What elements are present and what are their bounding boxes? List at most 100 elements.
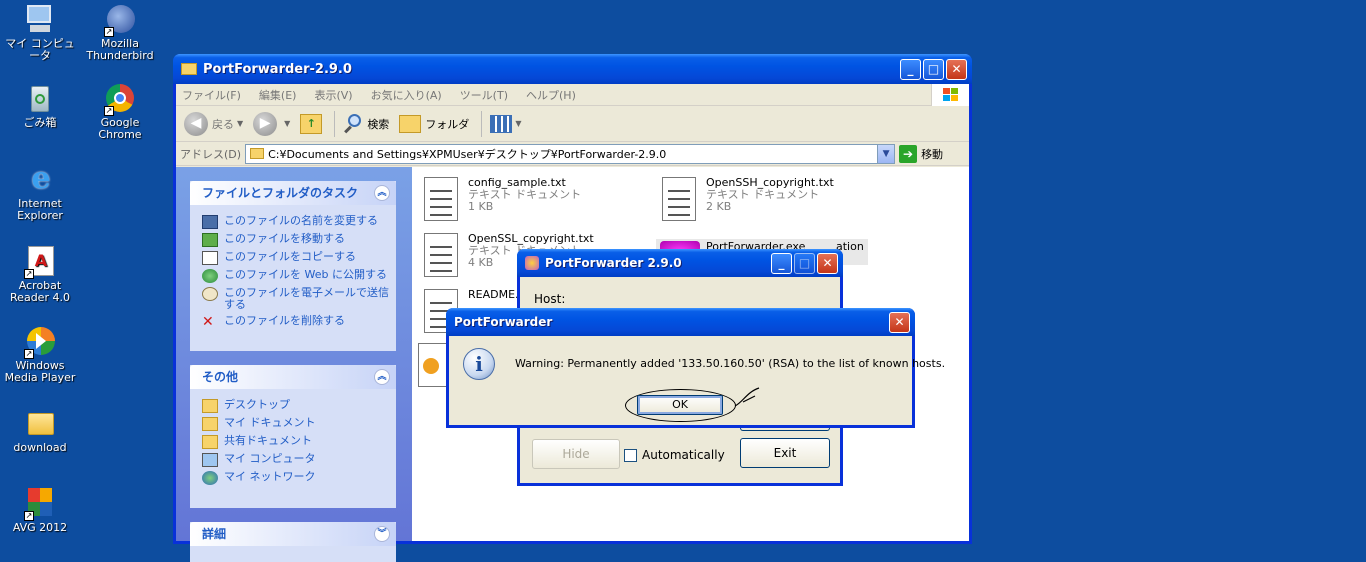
alert-titlebar[interactable]: PortForwarder ✕ <box>446 308 915 336</box>
app-icon <box>525 256 539 270</box>
forward-arrow-icon: ▶ <box>253 111 278 136</box>
pf-title: PortForwarder 2.9.0 <box>545 256 682 270</box>
forward-button[interactable]: ▶ ▼ <box>253 111 291 136</box>
group-header[interactable]: その他 ︽ <box>190 365 396 389</box>
desktop-icon-label: Acrobat Reader 4.0 <box>10 279 70 304</box>
address-bar: アドレス(D) C:¥Documents and Settings¥XPMUse… <box>176 142 969 166</box>
place-label: マイ ネットワーク <box>224 470 316 483</box>
menu-view[interactable]: 表示(V) <box>314 87 352 103</box>
auto-checkbox[interactable] <box>624 448 637 462</box>
up-folder-button[interactable]: ↑ <box>300 113 323 134</box>
place-label: マイ コンピュータ <box>224 452 316 465</box>
shortcut-arrow-icon: ↗ <box>104 106 114 116</box>
folder-icon <box>250 148 265 159</box>
desktop-icon-windows-media-player[interactable]: ↗ Windows Media Player <box>1 325 79 384</box>
menu-file[interactable]: ファイル(F) <box>182 87 241 103</box>
auto-checkbox-row[interactable]: Automatically <box>624 448 725 462</box>
close-button[interactable]: ✕ <box>889 311 910 333</box>
task-move[interactable]: このファイルを移動する <box>190 231 396 249</box>
desktop-icon-recycle-bin[interactable]: ごみ箱 <box>1 82 79 129</box>
toolbar-divider <box>334 110 336 137</box>
task-rename[interactable]: このファイルの名前を変更する <box>190 213 396 231</box>
collapse-icon[interactable]: ︽ <box>374 369 390 385</box>
group-title: ファイルとフォルダのタスク <box>202 186 359 200</box>
recycle-bin-icon <box>24 82 56 114</box>
task-label: このファイルを電子メールで送信する <box>224 286 389 311</box>
group-header[interactable]: ファイルとフォルダのタスク ︽ <box>190 181 396 205</box>
group-title: その他 <box>202 370 239 384</box>
internet-explorer-icon: e <box>31 161 51 196</box>
menu-bar: ファイル(F) 編集(E) 表示(V) お気に入り(A) ツール(T) ヘルプ(… <box>176 84 969 106</box>
task-delete[interactable]: ✕ このファイルを削除する <box>190 313 396 331</box>
search-button[interactable]: 検索 <box>343 113 389 134</box>
search-icon <box>343 113 363 134</box>
desktop-icon-acrobat-reader[interactable]: A ↗ Acrobat Reader 4.0 <box>1 245 79 304</box>
computer-icon <box>24 3 56 35</box>
close-button[interactable]: ✕ <box>946 58 967 80</box>
menu-favorites[interactable]: お気に入り(A) <box>371 87 442 103</box>
menu-help[interactable]: ヘルプ(H) <box>526 87 576 103</box>
shortcut-arrow-icon: ↗ <box>24 511 34 521</box>
chevron-down-icon: ▼ <box>515 119 522 128</box>
file-item[interactable]: OpenSSH_copyright.txt テキスト ドキュメント 2 KB <box>662 177 834 221</box>
place-desktop[interactable]: デスクトップ <box>190 397 396 415</box>
desktop-icon-label: マイ コンピュータ <box>5 37 75 62</box>
media-player-icon: ↗ <box>24 325 56 359</box>
maximize-button[interactable]: □ <box>923 58 944 80</box>
folder-icon <box>202 435 218 449</box>
maximize-button[interactable]: □ <box>794 252 815 274</box>
chevron-down-icon: ▼ <box>284 119 291 128</box>
views-button[interactable]: ▼ <box>490 114 522 133</box>
desktop-icon-avg[interactable]: ↗ AVG 2012 <box>1 487 79 534</box>
back-button[interactable]: ◀ 戻る ▼ <box>184 111 244 136</box>
address-path: C:¥Documents and Settings¥XPMUser¥デスクトップ… <box>268 147 667 161</box>
toolbar-divider <box>481 110 483 137</box>
thunderbird-icon: ↗ <box>104 3 136 37</box>
minimize-button[interactable]: _ <box>771 252 792 274</box>
pf-titlebar[interactable]: PortForwarder 2.9.0 _ □ ✕ <box>517 249 843 277</box>
folders-label: フォルダ <box>425 117 470 131</box>
hide-button[interactable]: Hide <box>532 439 620 469</box>
task-publish-web[interactable]: このファイルを Web に公開する <box>190 267 396 285</box>
close-button[interactable]: ✕ <box>817 252 838 274</box>
menu-edit[interactable]: 編集(E) <box>259 87 297 103</box>
place-label: 共有ドキュメント <box>224 434 312 447</box>
alert-message: Warning: Permanently added '133.50.160.5… <box>515 357 946 370</box>
go-button[interactable]: ➔ 移動 <box>899 144 944 163</box>
text-document-icon <box>662 177 696 221</box>
copy-icon <box>202 251 218 265</box>
task-email[interactable]: このファイルを電子メールで送信する <box>190 285 396 313</box>
host-label: Host: <box>534 292 566 306</box>
go-label: 移動 <box>921 147 944 161</box>
desktop-icon-download-folder[interactable]: download <box>1 407 79 454</box>
explorer-titlebar[interactable]: PortForwarder-2.9.0 _ □ ✕ <box>173 54 972 84</box>
chevron-down-icon: ▼ <box>237 119 244 128</box>
expand-icon[interactable]: ︾ <box>374 526 390 542</box>
alert-title: PortForwarder <box>454 315 553 329</box>
place-label: マイ ドキュメント <box>224 416 316 429</box>
annotation-pointer-mark <box>734 387 760 407</box>
file-item[interactable]: config_sample.txt テキスト ドキュメント 1 KB <box>424 177 581 221</box>
menu-tools[interactable]: ツール(T) <box>460 87 508 103</box>
place-my-documents[interactable]: マイ ドキュメント <box>190 415 396 433</box>
folders-button[interactable]: フォルダ <box>399 114 470 133</box>
collapse-icon[interactable]: ︽ <box>374 185 390 201</box>
windows-logo-icon <box>931 84 969 106</box>
move-icon <box>202 233 218 247</box>
ok-button[interactable]: OK <box>637 395 723 415</box>
place-my-computer[interactable]: マイ コンピュータ <box>190 451 396 469</box>
task-copy[interactable]: このファイルをコピーする <box>190 249 396 267</box>
desktop-icon-chrome[interactable]: ↗ Google Chrome <box>81 82 159 141</box>
folder-icon <box>399 114 422 133</box>
desktop-icon-my-computer[interactable]: マイ コンピュータ <box>1 3 79 62</box>
place-shared-documents[interactable]: 共有ドキュメント <box>190 433 396 451</box>
address-input[interactable]: C:¥Documents and Settings¥XPMUser¥デスクトップ… <box>245 143 896 164</box>
place-label: デスクトップ <box>224 398 290 411</box>
desktop-icon-internet-explorer[interactable]: e Internet Explorer <box>1 163 79 222</box>
exit-button[interactable]: Exit <box>740 438 830 468</box>
desktop-icon-thunderbird[interactable]: ↗ Mozilla Thunderbird <box>81 3 159 62</box>
place-my-network[interactable]: マイ ネットワーク <box>190 469 396 487</box>
group-header[interactable]: 詳細 ︾ <box>190 522 396 546</box>
minimize-button[interactable]: _ <box>900 58 921 80</box>
chevron-down-icon[interactable]: ▼ <box>877 144 895 163</box>
